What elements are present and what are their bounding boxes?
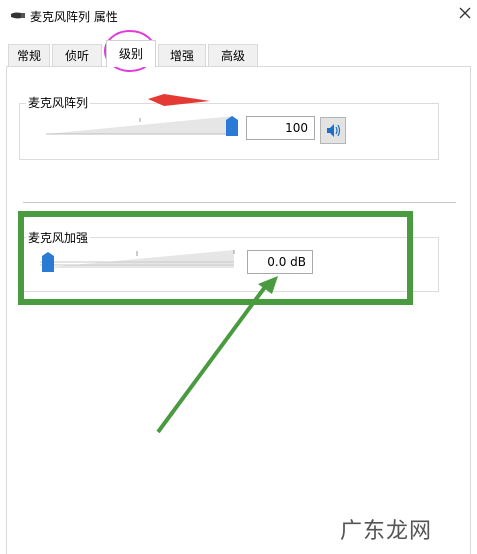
mic-array-value[interactable]: 100 [246,116,315,140]
tab-enhancements[interactable]: 增强 [158,44,206,66]
tab-advanced[interactable]: 高级 [208,44,258,66]
mic-boost-slider-thumb [42,252,54,272]
separator-line [23,202,456,203]
microphone-array-icon [11,12,25,19]
mute-toggle-button[interactable] [320,117,346,144]
tab-listen[interactable]: 侦听 [52,44,102,66]
speaker-icon [327,124,341,137]
window-title: 麦克风阵列 属性 [30,10,118,24]
mic-array-label: 麦克风阵列 [26,94,91,111]
tab-general[interactable]: 常规 [8,44,50,66]
mic-boost-value[interactable]: 0.0 dB [247,250,313,274]
mic-boost-slider[interactable] [40,248,236,274]
close-icon[interactable] [458,6,472,20]
mic-array-slider-thumb [226,116,238,136]
title-bar: 麦克风阵列 属性 [0,0,477,32]
mic-boost-label: 麦克风加强 [26,229,91,246]
watermark-text: 广东龙网 [340,519,433,544]
tab-levels[interactable]: 级别 [106,40,156,67]
mic-array-slider[interactable] [46,114,240,138]
